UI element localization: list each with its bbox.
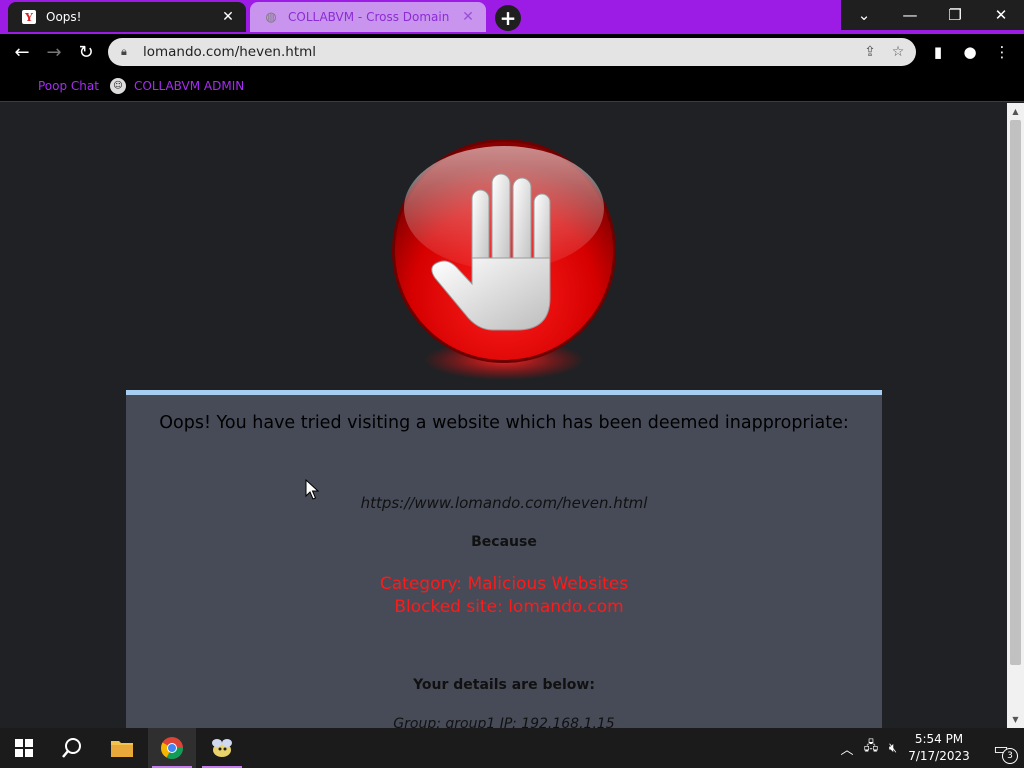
mouse-cursor-icon: [305, 479, 319, 500]
because-label: Because: [471, 534, 537, 550]
clock-date: 7/17/2023: [908, 749, 970, 763]
chrome-button[interactable]: [148, 728, 196, 768]
details-heading: Your details are below:: [413, 677, 595, 693]
side-panel-icon[interactable]: ▮: [924, 38, 952, 66]
reload-button[interactable]: ↻: [72, 38, 100, 66]
new-tab-button[interactable]: +: [495, 5, 521, 31]
close-window-button[interactable]: ✕: [978, 0, 1024, 30]
minimize-button[interactable]: —: [887, 0, 933, 30]
blocked-url: https://www.lomando.com/heven.html: [360, 494, 648, 512]
folder-icon: [111, 741, 133, 757]
address-bar[interactable]: 🔒︎ lomando.com/heven.html ⇪ ☆: [108, 38, 916, 66]
group-ip-text: Group: group1 IP: 192.168.1.15: [393, 716, 615, 728]
app-button[interactable]: [198, 728, 246, 768]
taskbar: ︿ 🖧︎ 🔇︎ 5:54 PM 7/17/2023 ▭ 3: [0, 728, 1024, 768]
system-clock[interactable]: 5:54 PM 7/17/2023: [900, 731, 978, 765]
scrollbar-thumb[interactable]: [1010, 120, 1021, 665]
close-tab-icon[interactable]: ✕: [220, 9, 236, 25]
bookmark-label: COLLABVM ADMIN: [134, 79, 245, 93]
lock-icon[interactable]: 🔒︎: [121, 45, 133, 59]
bookmark-collabvm-admin[interactable]: ☺ COLLABVM ADMIN: [110, 76, 244, 96]
share-icon[interactable]: ⇪: [856, 38, 884, 66]
bookmark-label: Poop Chat: [38, 79, 99, 93]
file-explorer-button[interactable]: [98, 728, 146, 768]
search-icon: [62, 738, 81, 758]
bookmark-star-icon[interactable]: ☆: [884, 38, 912, 66]
app-icon: [212, 739, 232, 757]
yandex-y-icon: Y: [22, 10, 36, 24]
network-icon[interactable]: 🖧︎: [860, 728, 882, 768]
clock-time: 5:54 PM: [914, 732, 964, 746]
profile-icon[interactable]: ●: [956, 38, 984, 66]
category-text: Category: Malicious Websites: [379, 574, 629, 594]
browser-toolbar: ← → ↻ 🔒︎ lomando.com/heven.html ⇪ ☆ ▮ ● …: [0, 34, 1024, 70]
tab-title: Oops!: [46, 10, 82, 24]
chrome-icon: [161, 737, 183, 759]
block-reason: Category: Malicious Websites Blocked sit…: [126, 573, 882, 619]
page-title: Oops! You have tried visiting a website …: [159, 413, 849, 433]
page-viewport: Oops! You have tried visiting a website …: [0, 103, 1007, 728]
blocked-site-text: Blocked site: lomando.com: [394, 597, 624, 617]
tab-oops[interactable]: Y Oops! ✕: [8, 2, 246, 32]
close-tab-icon[interactable]: ✕: [460, 9, 476, 25]
stop-hand-icon: [392, 139, 616, 380]
forward-button[interactable]: →: [40, 38, 68, 66]
tab-title: COLLABVM - Cross Domain: [288, 10, 450, 24]
menu-icon[interactable]: ⋮: [988, 38, 1016, 66]
avatar-icon: ☺: [110, 78, 126, 94]
notification-badge: 3: [1002, 748, 1018, 764]
block-message-panel: Oops! You have tried visiting a website …: [126, 390, 882, 728]
notification-center-button[interactable]: ▭ 3: [978, 728, 1024, 768]
windows-logo-icon: [15, 739, 33, 757]
url-text[interactable]: lomando.com/heven.html: [143, 44, 856, 60]
restore-button[interactable]: ❐: [932, 0, 978, 30]
scroll-up-arrow[interactable]: ▲: [1007, 103, 1024, 120]
vertical-scrollbar[interactable]: ▲ ▼: [1007, 103, 1024, 728]
search-button[interactable]: [48, 728, 96, 768]
show-hidden-icons-chevron-icon[interactable]: ︿: [838, 728, 856, 768]
back-button[interactable]: ←: [8, 38, 36, 66]
tab-collabvm[interactable]: ◍ COLLABVM - Cross Domain ✕: [250, 2, 486, 32]
bookmarks-bar: Poop Chat ☺ COLLABVM ADMIN: [0, 70, 1024, 102]
scroll-down-arrow[interactable]: ▼: [1007, 711, 1024, 728]
tab-search-icon[interactable]: ⌄: [841, 0, 887, 30]
bookmark-poop-chat[interactable]: Poop Chat: [38, 76, 99, 96]
globe-icon: ◍: [265, 9, 277, 25]
title-bar: Y Oops! ✕ ◍ COLLABVM - Cross Domain ✕ + …: [0, 0, 1024, 34]
start-button[interactable]: [0, 728, 48, 768]
